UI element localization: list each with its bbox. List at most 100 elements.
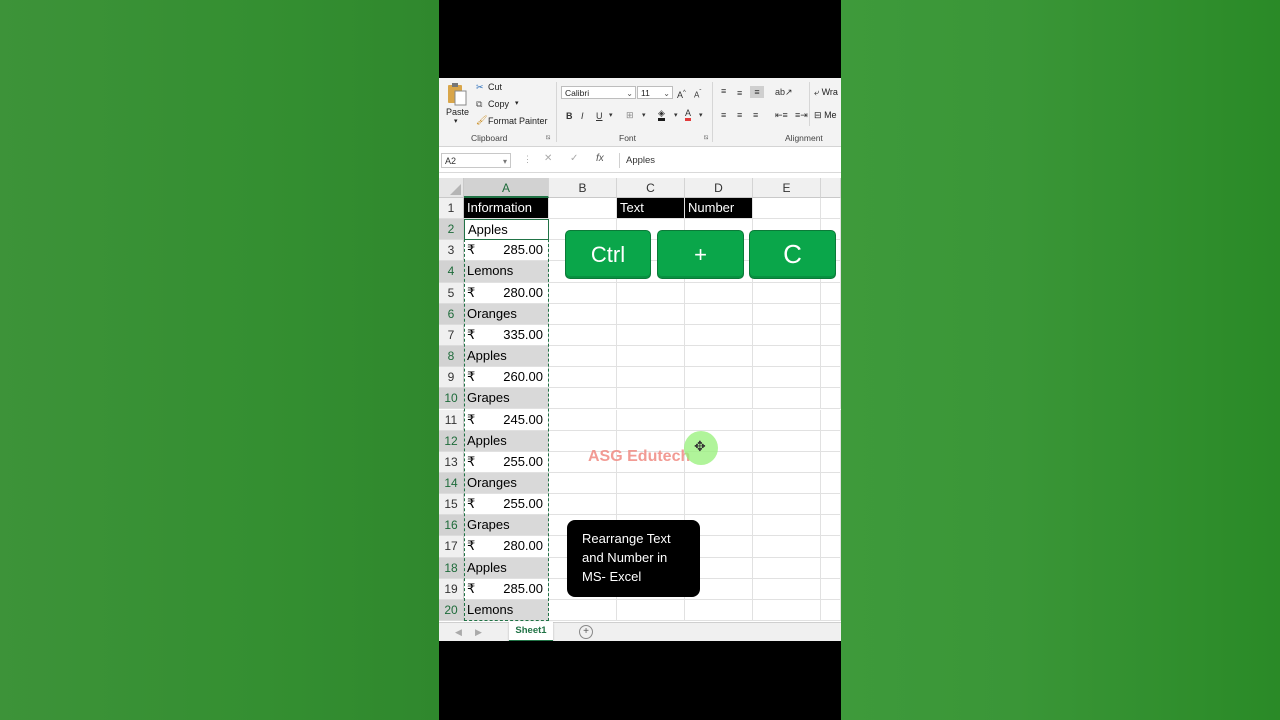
cell[interactable] xyxy=(821,409,841,431)
row-header-16[interactable]: 16 xyxy=(439,515,464,537)
cell[interactable] xyxy=(685,409,753,431)
increase-font-icon[interactable]: A^ xyxy=(677,87,686,101)
font-color-icon[interactable]: A xyxy=(685,108,692,121)
copy-dropdown-icon[interactable]: ▾ xyxy=(515,99,519,107)
cell-d1[interactable]: Number xyxy=(685,198,753,220)
cell[interactable] xyxy=(821,388,841,410)
scroll-left-icon[interactable]: ◀ xyxy=(455,627,462,638)
cell-a1[interactable]: Information xyxy=(464,198,549,220)
orientation-icon[interactable]: ab↗ xyxy=(775,86,793,98)
cell[interactable] xyxy=(685,599,753,621)
cell-a5[interactable]: ₹280.00 xyxy=(464,282,549,304)
underline-dropdown-icon[interactable]: ▾ xyxy=(609,110,613,122)
fill-color-icon[interactable]: ◈ xyxy=(658,109,665,121)
cell[interactable] xyxy=(821,367,841,389)
row-header-5[interactable]: 5 xyxy=(439,282,464,304)
cell[interactable] xyxy=(821,557,841,579)
clipboard-launcher-icon[interactable]: ⧅ xyxy=(546,134,550,142)
row-header-17[interactable]: 17 xyxy=(439,536,464,558)
row-header-12[interactable]: 12 xyxy=(439,430,464,452)
align-right-icon[interactable]: ≡ xyxy=(753,109,758,121)
cell-a10[interactable]: Grapes xyxy=(464,388,549,410)
cell[interactable] xyxy=(617,367,685,389)
cell[interactable] xyxy=(753,557,821,579)
cell-a15[interactable]: ₹255.00 xyxy=(464,494,549,516)
cell[interactable] xyxy=(617,409,685,431)
cell-a7[interactable]: ₹335.00 xyxy=(464,324,549,347)
row-header-7[interactable]: 7 xyxy=(439,324,464,347)
enter-icon[interactable]: ✓ xyxy=(570,153,578,164)
cell[interactable] xyxy=(617,324,685,347)
format-painter-button[interactable]: Format Painter xyxy=(488,116,548,126)
cell[interactable] xyxy=(617,599,685,621)
align-middle-icon[interactable]: ≡ xyxy=(737,87,742,99)
cell[interactable] xyxy=(753,430,821,452)
row-header-3[interactable]: 3 xyxy=(439,240,464,262)
cell-a17[interactable]: ₹280.00 xyxy=(464,536,549,558)
font-launcher-icon[interactable]: ⧅ xyxy=(704,134,708,142)
increase-indent-icon[interactable]: ≡⇥ xyxy=(795,109,808,121)
column-header-e[interactable]: E xyxy=(753,178,821,198)
spreadsheet-grid[interactable]: ABCDE 1 2 3 4 5 6 7 8 9 10 11 12 13 14 15 16 17 18 19 20 Te… xyxy=(439,178,841,622)
cell[interactable] xyxy=(617,472,685,495)
column-header-a[interactable]: A xyxy=(464,178,549,198)
borders-icon[interactable]: ⊞ xyxy=(626,109,634,121)
cell[interactable] xyxy=(821,303,841,325)
row-header-10[interactable]: 10 xyxy=(439,388,464,410)
cell[interactable] xyxy=(549,599,617,621)
cell[interactable] xyxy=(753,451,821,473)
paste-dropdown-icon[interactable]: ▾ xyxy=(454,117,458,125)
cell[interactable] xyxy=(685,494,753,516)
row-header-14[interactable]: 14 xyxy=(439,472,464,495)
cell[interactable] xyxy=(753,282,821,304)
row-header-1[interactable]: 1 xyxy=(439,198,464,220)
wrap-text-button[interactable]: ⤶ Wra xyxy=(814,87,838,98)
cell[interactable] xyxy=(549,346,617,368)
font-size-select[interactable]: 11 ⌄ xyxy=(637,86,673,99)
cell-c1[interactable]: Text xyxy=(617,198,685,220)
cell-a2[interactable]: Apples xyxy=(464,219,549,241)
formula-input[interactable]: Apples xyxy=(619,153,841,168)
row-header-20[interactable]: 20 xyxy=(439,599,464,621)
column-header-b[interactable]: B xyxy=(549,178,617,198)
cell-a3[interactable]: ₹285.00 xyxy=(464,240,549,262)
cell-a11[interactable]: ₹245.00 xyxy=(464,409,549,431)
align-bottom-icon[interactable]: ≡ xyxy=(750,86,764,98)
row-header-6[interactable]: 6 xyxy=(439,303,464,325)
cell[interactable] xyxy=(753,303,821,325)
cell[interactable] xyxy=(753,515,821,537)
column-header-f[interactable] xyxy=(821,178,841,198)
row-header-4[interactable]: 4 xyxy=(439,261,464,283)
borders-dropdown-icon[interactable]: ▾ xyxy=(642,110,646,122)
cell[interactable] xyxy=(753,388,821,410)
align-center-icon[interactable]: ≡ xyxy=(737,109,742,121)
cell[interactable] xyxy=(821,198,841,220)
align-left-icon[interactable]: ≡ xyxy=(721,109,726,121)
cell[interactable] xyxy=(685,367,753,389)
cell[interactable] xyxy=(549,494,617,516)
row-header-15[interactable]: 15 xyxy=(439,494,464,516)
cell-a14[interactable]: Oranges xyxy=(464,472,549,495)
sheet-tab[interactable]: Sheet1 xyxy=(509,622,553,641)
cell-a20[interactable]: Lemons xyxy=(464,599,549,621)
cell[interactable] xyxy=(753,346,821,368)
cell[interactable] xyxy=(753,409,821,431)
paste-icon[interactable] xyxy=(447,82,467,106)
cut-button[interactable]: Cut xyxy=(488,82,502,92)
copy-button[interactable]: Copy xyxy=(488,99,509,109)
row-header-13[interactable]: 13 xyxy=(439,451,464,473)
underline-icon[interactable]: U xyxy=(596,110,603,122)
font-name-select[interactable]: Calibri ⌄ xyxy=(561,86,636,99)
cell[interactable] xyxy=(821,536,841,558)
cell[interactable] xyxy=(753,198,821,220)
decrease-font-icon[interactable]: Aˇ xyxy=(694,87,701,102)
cell[interactable] xyxy=(685,282,753,304)
cell[interactable] xyxy=(549,388,617,410)
cell[interactable] xyxy=(685,346,753,368)
align-top-icon[interactable]: ≡ xyxy=(721,85,726,97)
cell[interactable] xyxy=(549,282,617,304)
paste-button[interactable]: Paste xyxy=(446,107,469,117)
cancel-icon[interactable]: ✕ xyxy=(544,153,552,164)
cell-a8[interactable]: Apples xyxy=(464,346,549,368)
cell[interactable] xyxy=(753,599,821,621)
